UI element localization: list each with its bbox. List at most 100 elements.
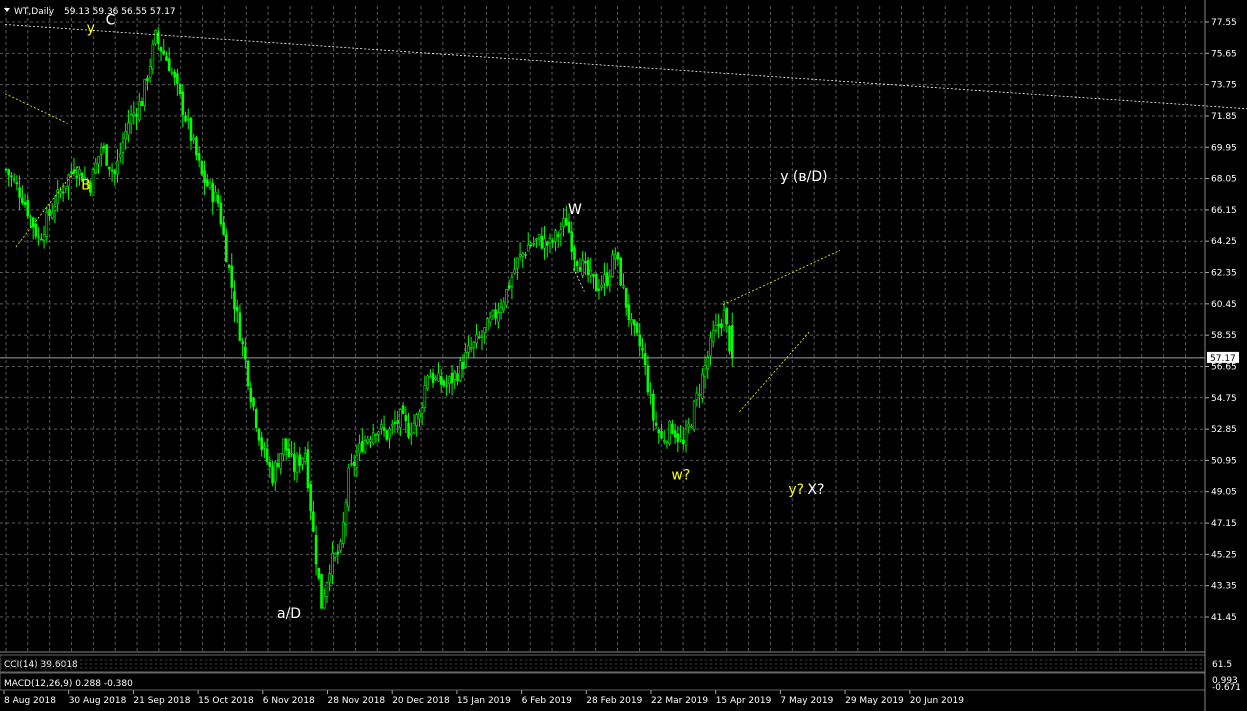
candle-body xyxy=(439,376,443,385)
candle-body xyxy=(18,187,21,198)
candle-body xyxy=(374,434,378,436)
y-tick-label: 43.35 xyxy=(1211,582,1237,592)
y-tick-label: 45.25 xyxy=(1211,550,1237,560)
candle-body xyxy=(709,337,712,357)
candle-body xyxy=(695,392,699,401)
candle-body xyxy=(565,218,568,226)
price-chart[interactable]: yCBWy (в/D)w?y? X?a/D 77.5575.6573.7571.8… xyxy=(0,0,1247,711)
candle-body xyxy=(29,216,32,218)
candle-body xyxy=(529,244,533,247)
wave-label: B xyxy=(81,177,91,193)
candle-body xyxy=(483,327,487,333)
candle-body xyxy=(464,352,467,368)
candle-body xyxy=(521,252,525,258)
candle-body xyxy=(23,202,27,205)
candle-body xyxy=(448,376,451,384)
candle-body xyxy=(643,353,647,366)
candle-body xyxy=(173,71,176,78)
candle-body xyxy=(214,192,217,202)
candle-body xyxy=(456,373,459,382)
candle-body xyxy=(551,240,555,243)
candle-body xyxy=(537,234,541,239)
candle-body xyxy=(472,341,476,348)
candle-body xyxy=(276,462,280,468)
candle-body xyxy=(293,453,296,472)
candle-body xyxy=(605,272,609,287)
y-tick-label: 60.45 xyxy=(1211,300,1237,310)
wave-label: y (в/D) xyxy=(780,169,827,185)
candle-body xyxy=(600,284,603,288)
candle-body xyxy=(339,541,342,551)
candle-body xyxy=(140,101,144,107)
macd-pane[interactable]: MACD(12,26,9) 0.288 -0.380 0.993 -0.671 xyxy=(0,672,1241,693)
chart-title: WT,Daily 59.13 59.36 56.55 57.17 xyxy=(4,7,176,17)
candle-body xyxy=(690,425,693,428)
candle-body xyxy=(526,244,530,252)
candle-body xyxy=(728,326,731,352)
candle-body xyxy=(611,254,614,278)
candle-body xyxy=(143,79,147,106)
x-tick-label: 29 May 2019 xyxy=(845,696,904,706)
candle-body xyxy=(341,522,345,544)
candle-body xyxy=(559,229,563,235)
macd-value-label-2: -0.671 xyxy=(1212,683,1241,693)
candle-body xyxy=(148,65,152,78)
candle-body xyxy=(40,238,43,241)
candle-body xyxy=(91,169,95,196)
candle-body xyxy=(69,171,73,174)
candle-body xyxy=(717,323,720,327)
candle-body xyxy=(412,422,416,434)
candle-body xyxy=(10,175,13,177)
candle-body xyxy=(562,218,565,227)
y-tick-label: 54.75 xyxy=(1211,394,1237,404)
candle-body xyxy=(181,91,185,115)
candle-body xyxy=(701,373,704,399)
candle-body xyxy=(469,347,473,350)
candle-body xyxy=(575,261,579,267)
candle-body xyxy=(627,304,631,321)
candle-body xyxy=(110,169,114,172)
candle-body xyxy=(246,360,250,387)
candle-body xyxy=(548,238,552,243)
candle-body xyxy=(358,443,361,454)
candle-body xyxy=(295,456,299,473)
chart-background xyxy=(0,0,1247,711)
candle-body xyxy=(4,168,8,171)
candle-body xyxy=(252,397,255,407)
candle-body xyxy=(154,30,157,44)
candle-body xyxy=(170,71,174,74)
current-price-label: 57.17 xyxy=(1210,354,1236,364)
candle-body xyxy=(442,380,446,386)
candle-body xyxy=(306,449,310,489)
candle-body xyxy=(282,438,285,455)
candle-body xyxy=(635,322,639,333)
candle-body xyxy=(638,334,642,347)
candle-body xyxy=(97,156,100,165)
candle-body xyxy=(684,428,688,446)
candle-body xyxy=(352,461,356,466)
candle-body xyxy=(132,112,136,116)
candle-body xyxy=(437,372,440,382)
candle-body xyxy=(654,422,658,426)
candle-body xyxy=(597,288,601,291)
y-tick-label: 47.15 xyxy=(1211,519,1237,529)
macd-label: MACD(12,26,9) 0.288 -0.380 xyxy=(4,679,133,689)
y-tick-label: 64.25 xyxy=(1211,237,1237,247)
candle-body xyxy=(622,285,625,288)
candle-body xyxy=(450,372,454,384)
candle-body xyxy=(586,259,590,276)
candle-body xyxy=(211,183,215,203)
candle-body xyxy=(176,73,179,84)
candle-body xyxy=(205,179,209,187)
candle-body xyxy=(488,317,492,324)
candle-body xyxy=(703,365,707,378)
candle-body xyxy=(235,306,239,312)
candle-body xyxy=(184,115,187,122)
candle-body xyxy=(371,432,375,444)
candle-body xyxy=(396,420,399,424)
candle-body xyxy=(99,147,103,155)
candle-body xyxy=(554,230,557,242)
candle-body xyxy=(249,387,253,403)
candle-body xyxy=(279,452,283,469)
candle-body xyxy=(317,567,321,579)
